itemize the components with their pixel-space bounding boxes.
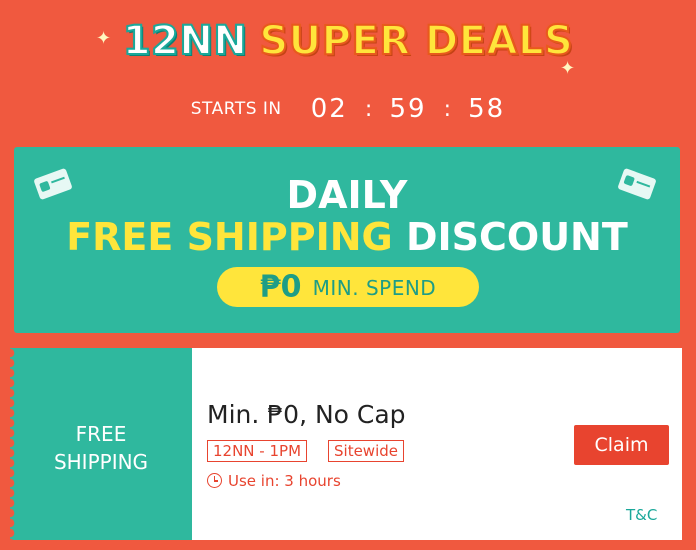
voucher-type-line2: SHIPPING <box>53 450 149 474</box>
min-spend-label: MIN. SPEND <box>312 275 437 300</box>
voucher-tag-scope: Sitewide <box>328 440 404 462</box>
banner-line-free-shipping: FREE SHIPPING DISCOUNT <box>14 215 680 259</box>
voucher-validity-text: Use in: 3 hours <box>228 472 341 490</box>
banner-highlight-text: FREE SHIPPING <box>66 215 393 259</box>
voucher-type-panel: FREE SHIPPING <box>10 348 192 540</box>
countdown-separator: : <box>364 96 373 122</box>
min-spend-pill: ₱0 MIN. SPEND <box>217 267 479 307</box>
voucher-tag-time: 12NN - 1PM <box>207 440 308 462</box>
countdown-minutes: 59 <box>389 94 427 124</box>
voucher-type-line1: FREE <box>75 422 127 446</box>
voucher-card: FREE SHIPPING Min. ₱0, No Cap 12NN - 1PM… <box>10 348 682 540</box>
claim-button[interactable]: Claim <box>574 425 669 465</box>
sparkle-icon: ✦ <box>560 58 576 79</box>
clock-icon <box>207 473 222 488</box>
voucher-validity: Use in: 3 hours <box>207 472 341 490</box>
promo-banner: DAILY FREE SHIPPING DISCOUNT ₱0 MIN. SPE… <box>14 147 680 333</box>
countdown-hours: 02 <box>310 94 348 124</box>
countdown-seconds: 58 <box>468 94 506 124</box>
banner-line-daily: DAILY <box>286 173 408 217</box>
sparkle-icon: ✦ <box>96 28 112 49</box>
countdown-timer: STARTS IN 02 : 59 : 58 <box>0 94 696 124</box>
countdown-label: STARTS IN <box>190 99 282 119</box>
voucher-title: Min. ₱0, No Cap <box>207 400 406 429</box>
terms-link[interactable]: T&C <box>626 506 657 524</box>
min-spend-amount: ₱0 <box>259 269 302 305</box>
countdown-separator: : <box>443 96 452 122</box>
voucher-type-label: FREE SHIPPING <box>10 420 192 476</box>
banner-discount-text: DISCOUNT <box>405 215 628 259</box>
title-super-deals: SUPER DEALS <box>258 17 574 65</box>
title-12nn: 12NN <box>122 17 248 65</box>
